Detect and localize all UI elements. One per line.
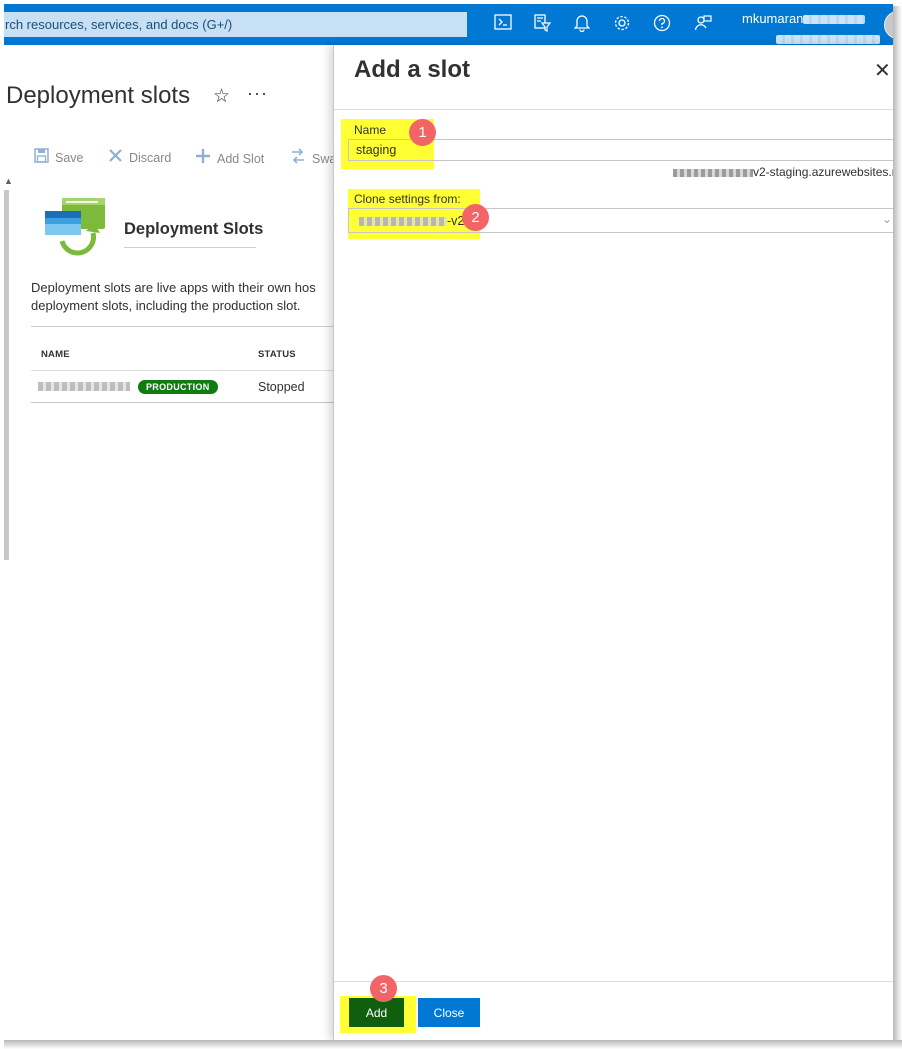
deployment-slots-icon bbox=[45, 198, 105, 256]
panel-title: Add a slot bbox=[354, 56, 471, 83]
discard-button[interactable]: Discard bbox=[108, 148, 171, 168]
table-row-name-redacted[interactable] bbox=[38, 382, 130, 391]
cloud-shell-icon[interactable] bbox=[493, 14, 513, 34]
discard-x-icon bbox=[108, 148, 123, 168]
more-options-icon[interactable]: ··· bbox=[247, 83, 268, 104]
redacted-app-name bbox=[673, 168, 753, 177]
description-line-2: deployment slots, including the producti… bbox=[31, 298, 301, 313]
page-scrollbar[interactable] bbox=[4, 190, 9, 560]
redacted-email bbox=[803, 15, 866, 25]
directory-filter-icon[interactable] bbox=[532, 14, 552, 34]
azure-portal-window: rch resources, services, and docs (G+/) … bbox=[0, 0, 902, 1049]
step-3-badge: 3 bbox=[370, 975, 397, 1002]
clone-settings-dropdown[interactable]: -v2 ⌄ bbox=[348, 208, 898, 233]
window-shadow-bottom bbox=[4, 1040, 902, 1049]
swap-button[interactable]: Swa bbox=[290, 148, 336, 169]
help-icon[interactable] bbox=[652, 14, 672, 34]
save-button[interactable]: Save bbox=[34, 148, 84, 168]
discard-label: Discard bbox=[129, 151, 172, 165]
deployment-slots-description: Deployment slots are live apps with thei… bbox=[31, 279, 333, 315]
favorite-star-icon[interactable]: ☆ bbox=[213, 85, 230, 108]
avatar[interactable] bbox=[884, 11, 893, 39]
close-icon[interactable]: ✕ bbox=[874, 58, 891, 83]
clone-settings-label: Clone settings from: bbox=[354, 192, 461, 206]
user-account-name[interactable]: mkumaran bbox=[742, 11, 866, 26]
slot-hostname: v2-staging.azurewebsites.n bbox=[673, 165, 898, 179]
clone-selected-value: -v2 bbox=[359, 214, 464, 228]
table-row-divider bbox=[31, 402, 333, 403]
redacted-source-app bbox=[359, 217, 447, 227]
column-header-status: STATUS bbox=[258, 349, 296, 360]
close-button[interactable]: Close bbox=[418, 998, 480, 1027]
plus-icon bbox=[195, 148, 211, 169]
panel-header-divider bbox=[334, 109, 894, 110]
window-shadow-right bbox=[893, 6, 902, 1049]
redacted-directory bbox=[776, 35, 880, 45]
add-slot-panel: Add a slot ✕ Name 1 v2-staging.azurewebs… bbox=[333, 45, 898, 1040]
table-divider bbox=[31, 370, 333, 371]
column-header-name: NAME bbox=[41, 349, 70, 360]
settings-icon[interactable] bbox=[612, 14, 632, 34]
swap-icon bbox=[290, 148, 306, 169]
scroll-up-icon[interactable]: ▲ bbox=[4, 176, 13, 186]
save-label: Save bbox=[55, 151, 84, 165]
production-badge: PRODUCTION bbox=[138, 380, 218, 394]
page-title: Deployment slots bbox=[6, 82, 191, 109]
add-slot-label: Add Slot bbox=[217, 151, 265, 166]
table-row-status: Stopped bbox=[258, 380, 305, 394]
add-slot-button[interactable]: Add Slot bbox=[195, 148, 264, 169]
description-line-1: Deployment slots are live apps with thei… bbox=[31, 280, 316, 295]
feedback-icon[interactable] bbox=[693, 14, 713, 34]
save-icon bbox=[34, 148, 49, 168]
name-label: Name bbox=[354, 123, 387, 137]
add-button[interactable]: Add bbox=[349, 998, 404, 1027]
chevron-down-icon: ⌄ bbox=[882, 212, 893, 226]
panel-footer-divider bbox=[334, 981, 894, 982]
notifications-icon[interactable] bbox=[572, 14, 592, 34]
global-search-input[interactable]: rch resources, services, and docs (G+/) bbox=[4, 12, 467, 37]
section-divider bbox=[31, 326, 333, 327]
step-2-badge: 2 bbox=[462, 204, 489, 231]
top-bar: rch resources, services, and docs (G+/) … bbox=[4, 4, 893, 45]
step-1-badge: 1 bbox=[409, 119, 436, 146]
deployment-slots-heading: Deployment Slots bbox=[124, 220, 263, 248]
hostname-suffix: v2-staging.azurewebsites.n bbox=[753, 165, 899, 179]
user-directory[interactable] bbox=[776, 31, 880, 45]
